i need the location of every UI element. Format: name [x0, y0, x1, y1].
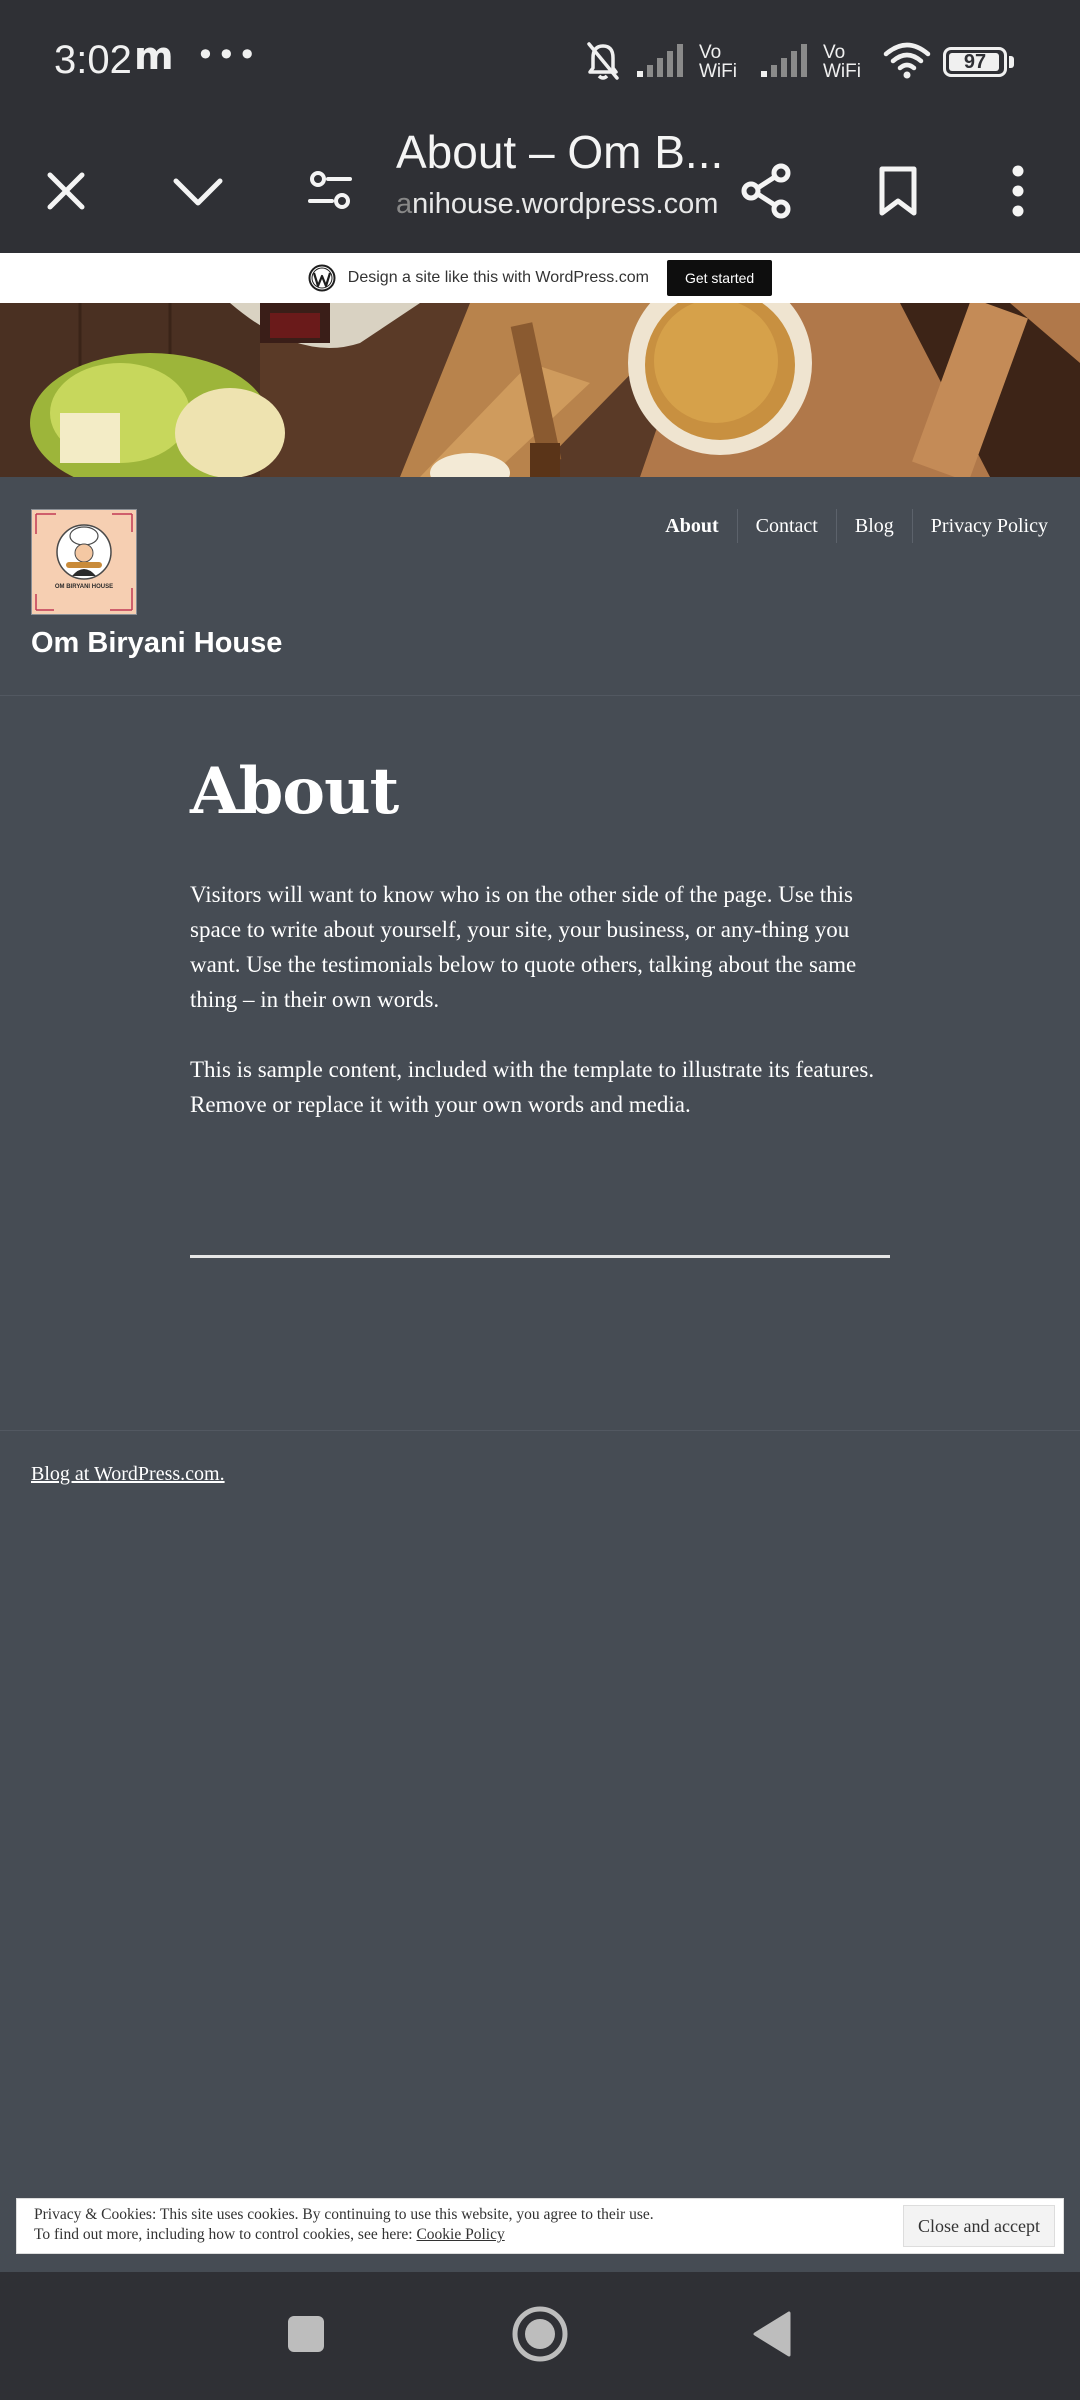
wordpress-banner: Design a site like this with WordPress.c… [0, 253, 1080, 303]
nav-item-contact[interactable]: Contact [736, 509, 836, 543]
system-navigation-bar [0, 2272, 1080, 2400]
bookmark-icon [878, 165, 918, 222]
signal-icon [759, 41, 811, 84]
signal-icon [635, 41, 687, 84]
share-icon [739, 162, 793, 225]
footer-wordpress-link[interactable]: Blog at WordPress.com. [31, 1463, 225, 1486]
status-icons: Vo WiFi Vo WiFi 97 [583, 38, 1014, 86]
content-paragraph: This is sample content, included with th… [190, 1057, 875, 1117]
mute-bell-icon [583, 38, 623, 87]
close-button[interactable] [18, 145, 114, 241]
get-started-button[interactable]: Get started [666, 260, 773, 296]
nav-item-privacy-policy[interactable]: Privacy Policy [911, 509, 1048, 543]
site-footer: Blog at WordPress.com. [0, 1430, 1080, 2171]
header-image [0, 303, 1080, 477]
wordpress-logo-icon [308, 264, 336, 292]
battery-tip [1009, 56, 1014, 68]
vowifi-label-1: Vo WiFi [699, 42, 737, 82]
nav-item-blog[interactable]: Blog [835, 509, 912, 543]
site-header: OM BIRYANI HOUSE Om Biryani House About … [0, 477, 1080, 696]
wordpress-banner-text: Design a site like this with WordPress.c… [347, 269, 649, 286]
wifi-icon [883, 40, 931, 85]
cookie-policy-link[interactable]: Cookie Policy [416, 2226, 504, 2243]
status-time: 3:02 [54, 38, 132, 82]
settings-sliders-icon [306, 169, 354, 218]
back-button[interactable] [732, 2296, 812, 2376]
back-triangle-icon [751, 2310, 793, 2363]
site-settings-button[interactable] [282, 145, 378, 241]
more-vert-icon [1010, 165, 1026, 222]
vowifi-label-2: Vo WiFi [823, 42, 861, 82]
recents-button[interactable] [266, 2296, 346, 2376]
site-title[interactable]: Om Biryani House [31, 627, 282, 660]
site-logo-text: OM BIRYANI HOUSE [54, 584, 114, 590]
url-bar[interactable]: anihouse.wordpress.com [396, 188, 718, 221]
more-notifications-icon: ••• [196, 36, 259, 74]
cookie-banner: Privacy & Cookies: This site uses cookie… [16, 2198, 1064, 2254]
content-paragraph: Visitors will want to know who is on the… [190, 882, 857, 1012]
close-and-accept-button[interactable]: Close and accept [903, 2205, 1055, 2247]
header-food-photo [0, 303, 1080, 477]
content-divider [190, 1255, 890, 1258]
url-text: nihouse.wordpress.com [412, 188, 719, 220]
battery-icon: 97 [943, 47, 1007, 77]
minimize-button[interactable] [150, 145, 246, 241]
page-tab-title[interactable]: About – Om B... [396, 125, 723, 179]
status-bar: 3:02 m ••• Vo WiFi Vo WiFi 97 [0, 0, 1080, 125]
cookie-line-2-text: To find out more, including how to contr… [34, 2226, 417, 2243]
page-title: About [190, 754, 399, 829]
recents-square-icon [286, 2314, 326, 2359]
carrier-icon: m [134, 34, 174, 78]
site-logo[interactable]: OM BIRYANI HOUSE [31, 509, 137, 615]
bookmark-button[interactable] [850, 145, 946, 241]
url-faded: a [396, 188, 413, 220]
cookie-line-2: To find out more, including how to contr… [34, 2225, 654, 2245]
chevron-down-icon [172, 175, 224, 212]
home-button[interactable] [500, 2296, 580, 2376]
cookie-line-1: Privacy & Cookies: This site uses cookie… [34, 2206, 654, 2223]
share-button[interactable] [718, 145, 814, 241]
battery-level: 97 [963, 50, 987, 73]
home-circle-icon [511, 2305, 569, 2368]
close-icon [44, 169, 88, 218]
nav-item-about[interactable]: About [647, 509, 736, 543]
browser-toolbar: About – Om B... anihouse.wordpress.com [0, 125, 1080, 253]
main-navigation: About Contact Blog Privacy Policy [647, 509, 1048, 543]
page-content: About Visitors will want to know who is … [190, 740, 890, 1157]
cookie-notice-text: Privacy & Cookies: This site uses cookie… [34, 2205, 654, 2245]
chef-logo-icon [32, 510, 136, 614]
more-options-button[interactable] [970, 145, 1066, 241]
